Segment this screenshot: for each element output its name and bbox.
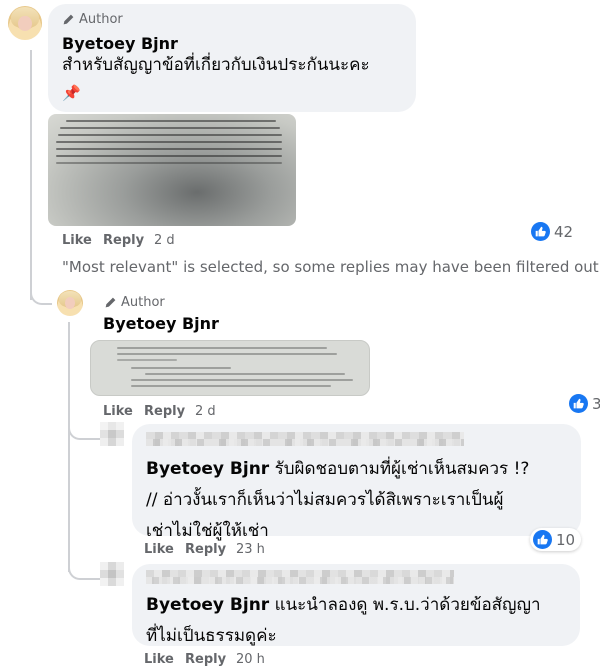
commenter-name[interactable]: Byetoey Bjnr xyxy=(103,314,219,333)
comment-bubble: Author Byetoey Bjnr สำหรับสัญญาข้อที่เกี… xyxy=(48,4,416,112)
redacted-username xyxy=(146,570,454,584)
pushpin-emoji: 📌 xyxy=(62,84,81,102)
like-action[interactable]: Like xyxy=(144,542,174,557)
avatar[interactable] xyxy=(100,422,124,446)
reply-action[interactable]: Reply xyxy=(103,233,144,248)
like-thumb-icon xyxy=(533,530,552,549)
reply-text: Byetoey Bjnr แนะนำลองดู พ.ร.บ.ว่าด้วยข้อ… xyxy=(146,595,541,646)
reaction-count: 10 xyxy=(556,530,576,549)
reply-photo[interactable] xyxy=(90,340,370,396)
reaction-summary[interactable]: 42 xyxy=(531,222,573,241)
mention-link[interactable]: Byetoey Bjnr xyxy=(146,459,269,479)
like-action[interactable]: Like xyxy=(144,652,174,667)
pencil-icon xyxy=(105,297,116,308)
reply-action[interactable]: Reply xyxy=(185,542,226,557)
reply-action[interactable]: Reply xyxy=(144,404,185,419)
mention-link[interactable]: Byetoey Bjnr xyxy=(146,595,269,615)
thread-curve-reply1 xyxy=(30,250,52,305)
author-badge-label: Author xyxy=(79,12,123,27)
thread-curve-reply3 xyxy=(68,540,100,580)
comment-photo[interactable] xyxy=(48,114,296,226)
reaction-summary[interactable]: 10 xyxy=(530,528,582,551)
author-badge: Author xyxy=(104,295,165,310)
reply-text: Byetoey Bjnr รับผิดชอบตามที่ผู้เช่าเห็นส… xyxy=(146,459,530,541)
comment-text: สำหรับสัญญาข้อที่เกี่ยวกับเงินประกันนะคะ xyxy=(62,55,370,75)
reaction-count: 42 xyxy=(554,222,574,241)
pencil-icon xyxy=(63,14,74,25)
thread-line-reply1 xyxy=(68,322,70,572)
filter-notice: "Most relevant" is selected, so some rep… xyxy=(62,258,600,276)
reply-timestamp[interactable]: 2 d xyxy=(195,404,216,419)
like-thumb-icon xyxy=(531,222,550,241)
avatar[interactable] xyxy=(57,290,83,316)
author-badge-label: Author xyxy=(121,295,165,310)
like-action[interactable]: Like xyxy=(103,404,133,419)
author-badge: Author xyxy=(62,12,123,27)
comment-timestamp[interactable]: 2 d xyxy=(154,233,175,248)
reply-bubble: Byetoey Bjnr รับผิดชอบตามที่ผู้เช่าเห็นส… xyxy=(132,424,581,541)
reaction-count: 3 xyxy=(592,394,600,413)
like-action[interactable]: Like xyxy=(62,233,92,248)
reply-timestamp[interactable]: 20 h xyxy=(236,652,265,667)
reply-action[interactable]: Reply xyxy=(185,652,226,667)
like-thumb-icon xyxy=(569,394,588,413)
thread-curve-reply2 xyxy=(68,400,100,440)
reaction-summary[interactable]: 3 xyxy=(569,394,600,413)
reply-timestamp[interactable]: 23 h xyxy=(236,542,265,557)
redacted-username xyxy=(146,432,464,446)
avatar[interactable] xyxy=(100,562,124,586)
reply-bubble: Byetoey Bjnr แนะนำลองดู พ.ร.บ.ว่าด้วยข้อ… xyxy=(132,564,580,646)
avatar[interactable] xyxy=(8,6,42,40)
